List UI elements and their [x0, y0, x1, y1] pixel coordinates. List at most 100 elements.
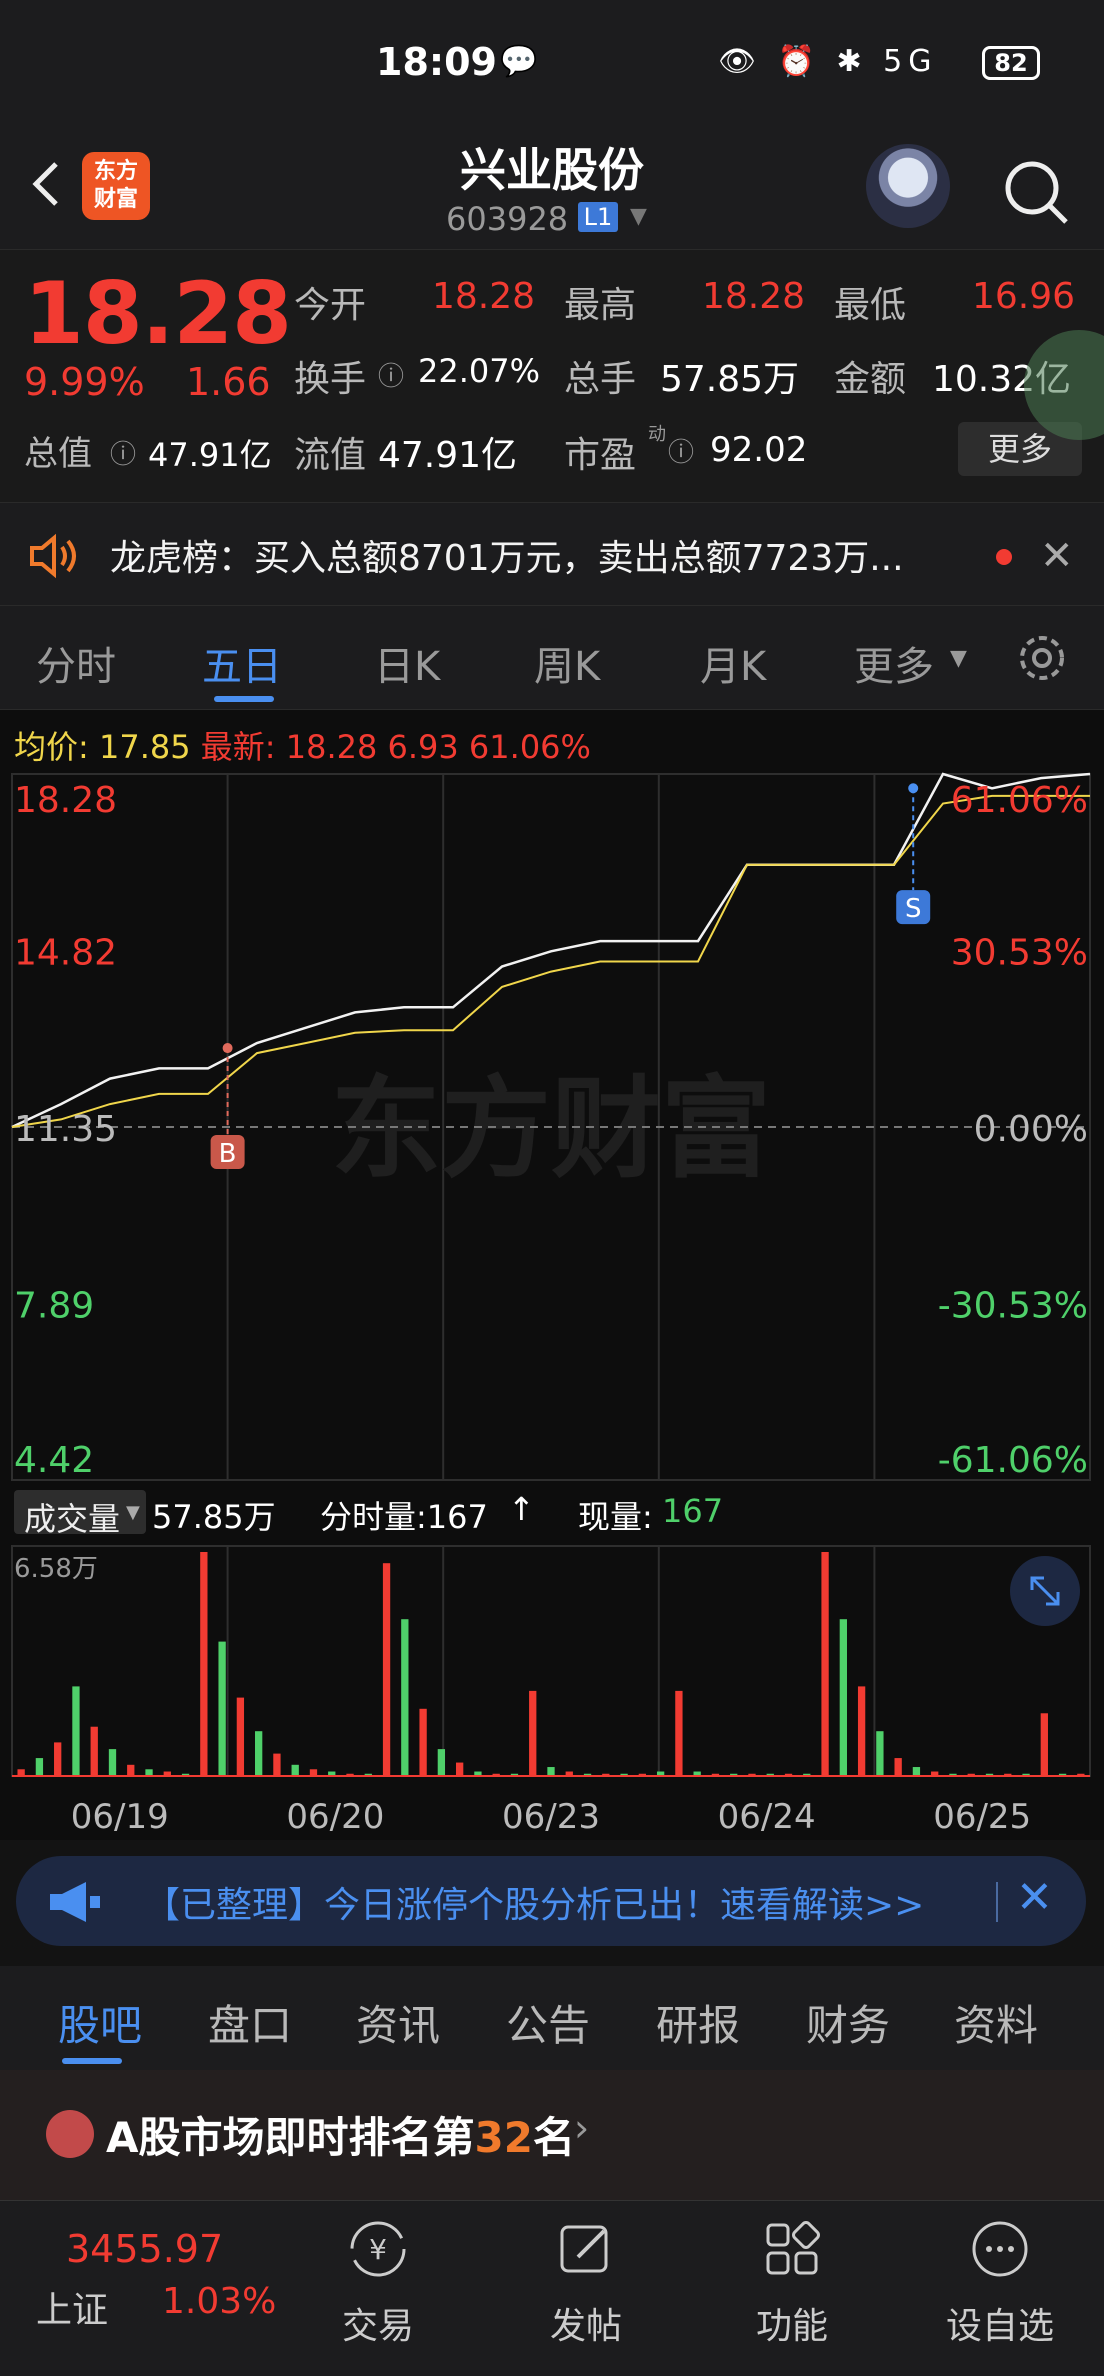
info-circle-icon[interactable]: ⓘ	[378, 356, 404, 393]
quote-panel: 18.28 9.99% 1.66 总值 ⓘ 47.91亿 今开 18.28 最高…	[0, 250, 1104, 502]
banner-text[interactable]: 【已整理】今日涨停个股分析已出！速看解读>>	[144, 1876, 924, 1928]
close-icon[interactable]: ✕	[1016, 1872, 1053, 1923]
dropdown-triangle-icon: ▼	[126, 1502, 140, 1523]
volume-frame	[11, 1545, 1091, 1777]
volume-total: 57.85万	[152, 1498, 276, 1536]
tab-more[interactable]: 更多	[854, 634, 934, 692]
tab-order-book[interactable]: 盘口	[208, 1992, 292, 2053]
x-tick-label: 06/19	[71, 1797, 169, 1837]
five-day-chart[interactable]: 均价: 17.85 最新: 18.28 6.93 61.06% 东方财富 18.2…	[0, 710, 1104, 1840]
float-value-label: 流值	[294, 435, 367, 476]
tab-financials[interactable]: 财务	[806, 1992, 890, 2053]
megaphone-icon	[50, 1882, 100, 1922]
volume-bar	[236, 1697, 245, 1776]
volume-bar	[876, 1731, 884, 1776]
y-tick-left: 4.42	[14, 1440, 94, 1481]
volume-max-label: 6.58万	[14, 1554, 98, 1584]
volume-bar	[839, 1619, 847, 1776]
y-tick-right: 0.00%	[974, 1109, 1088, 1150]
volume-bar	[382, 1563, 391, 1776]
dropdown-triangle-icon[interactable]: ▼	[630, 204, 647, 229]
index-ticker[interactable]: 3455.97 上证 1.03%	[0, 2201, 290, 2376]
chevron-right-icon[interactable]: ›	[574, 2106, 589, 2150]
promo-banner[interactable]: 【已整理】今日涨停个股分析已出！速看解读>> ✕	[16, 1856, 1086, 1946]
x-tick-label: 06/25	[933, 1797, 1031, 1837]
tab-week-k[interactable]: 周K	[534, 634, 600, 692]
index-value: 3455.97	[66, 2227, 224, 2271]
bottom-nav: 3455.97 上证 1.03% ¥ 交易 发帖 功能 设自选	[0, 2200, 1104, 2376]
volume-bar	[529, 1690, 537, 1776]
gear-icon[interactable]	[1014, 630, 1070, 686]
stock-header: 东方 财富 兴业股份 603928 L1 ▼	[0, 130, 1104, 250]
index-name: 上证	[36, 2290, 109, 2331]
tab-research[interactable]: 研报	[656, 1992, 740, 2053]
amount-label: 金额	[834, 359, 907, 400]
volume-selector[interactable]: 成交量 ▼	[14, 1490, 146, 1538]
tab-day-k[interactable]: 日K	[374, 634, 440, 692]
tab-news[interactable]: 资讯	[356, 1992, 440, 2053]
now-volume-value: 167	[662, 1492, 724, 1530]
volume-bar	[35, 1758, 44, 1776]
trade-yen-icon: ¥	[350, 2221, 406, 2277]
search-icon[interactable]	[996, 152, 1076, 232]
nav-post[interactable]: 发帖	[516, 2217, 656, 2349]
x-tick-label: 06/23	[502, 1797, 600, 1837]
robot-assistant-icon[interactable]	[866, 144, 950, 228]
nav-post-label: 发帖	[549, 2306, 622, 2347]
rank-text[interactable]: A股市场即时排名第32名	[106, 2104, 575, 2165]
pe-label: 市盈	[564, 435, 637, 476]
volume-bar	[127, 1764, 135, 1776]
pe-value: 92.02	[710, 430, 808, 470]
buy-marker: B	[219, 1139, 237, 1169]
stock-code[interactable]: 603928	[446, 200, 568, 238]
tab-month-k[interactable]: 月K	[700, 634, 766, 692]
building-icon	[46, 2110, 94, 2158]
dropdown-triangle-icon[interactable]: ▼	[950, 646, 967, 671]
volume-bar	[291, 1764, 299, 1776]
tab-announcements[interactable]: 公告	[506, 1992, 590, 2053]
volume-bar	[821, 1552, 829, 1776]
close-icon[interactable]: ✕	[1040, 533, 1074, 579]
low-value: 16.96	[972, 276, 1076, 317]
speaker-icon	[30, 533, 76, 579]
open-value: 18.28	[432, 276, 536, 317]
y-tick-left: 11.35	[14, 1109, 117, 1150]
volume-bar	[200, 1552, 208, 1776]
edit-icon	[560, 2225, 608, 2273]
expand-icon	[1030, 1576, 1060, 1606]
tab-profile[interactable]: 资料	[954, 1992, 1038, 2053]
current-price: 18.28	[24, 264, 292, 364]
rank-suffix: 名	[532, 2113, 575, 2162]
nav-trade[interactable]: ¥ 交易	[308, 2217, 448, 2349]
grid-icon	[766, 2221, 820, 2275]
status-bar: 18:09 💬 👁 ⏰ ✱ 5G 82	[0, 0, 1104, 130]
watermark: 东方财富	[331, 1065, 771, 1193]
volume-bar	[419, 1708, 427, 1776]
chart-canvas[interactable]: 东方财富 18.28 61.06% 14.82 30.53% 11.35 0.00% 7.89…	[0, 710, 1104, 1840]
volume-bar	[108, 1749, 117, 1776]
expand-chart-button[interactable]	[1010, 1556, 1080, 1626]
tab-intraday[interactable]: 分时	[36, 634, 116, 692]
nav-functions[interactable]: 功能	[722, 2217, 862, 2349]
nav-add-watchlist[interactable]: 设自选	[930, 2217, 1070, 2349]
tab-forum[interactable]: 股吧	[58, 1992, 142, 2053]
notice-text[interactable]: 龙虎榜：买入总额8701万元，卖出总额7723万...	[110, 529, 904, 581]
high-label: 最高	[564, 285, 637, 326]
x-tick-label: 06/20	[286, 1797, 384, 1837]
notice-bar[interactable]: 龙虎榜：买入总额8701万元，卖出总额7723万... ✕	[0, 502, 1104, 606]
market-rank-row[interactable]: A股市场即时排名第32名 ›	[0, 2070, 1104, 2200]
nav-add-watchlist-label: 设自选	[945, 2306, 1054, 2347]
y-tick-right: 30.53%	[951, 933, 1088, 974]
battery-icon: 82	[982, 46, 1040, 80]
tab-five-day[interactable]: 五日	[202, 634, 282, 692]
volume-bar	[912, 1767, 921, 1776]
float-value: 47.91亿	[378, 435, 518, 476]
info-circle-icon[interactable]: ⓘ	[668, 432, 694, 469]
info-circle-icon[interactable]: ⓘ	[110, 434, 136, 471]
level-badge[interactable]: L1	[578, 202, 618, 232]
status-icons: 👁 ⏰ ✱ 5G	[718, 44, 938, 79]
volume-value: 57.85万	[660, 359, 800, 400]
rank-prefix: A股市场即时排名第	[106, 2113, 475, 2162]
y-tick-left: 7.89	[14, 1286, 94, 1327]
y-tick-right: -30.53%	[938, 1286, 1088, 1327]
